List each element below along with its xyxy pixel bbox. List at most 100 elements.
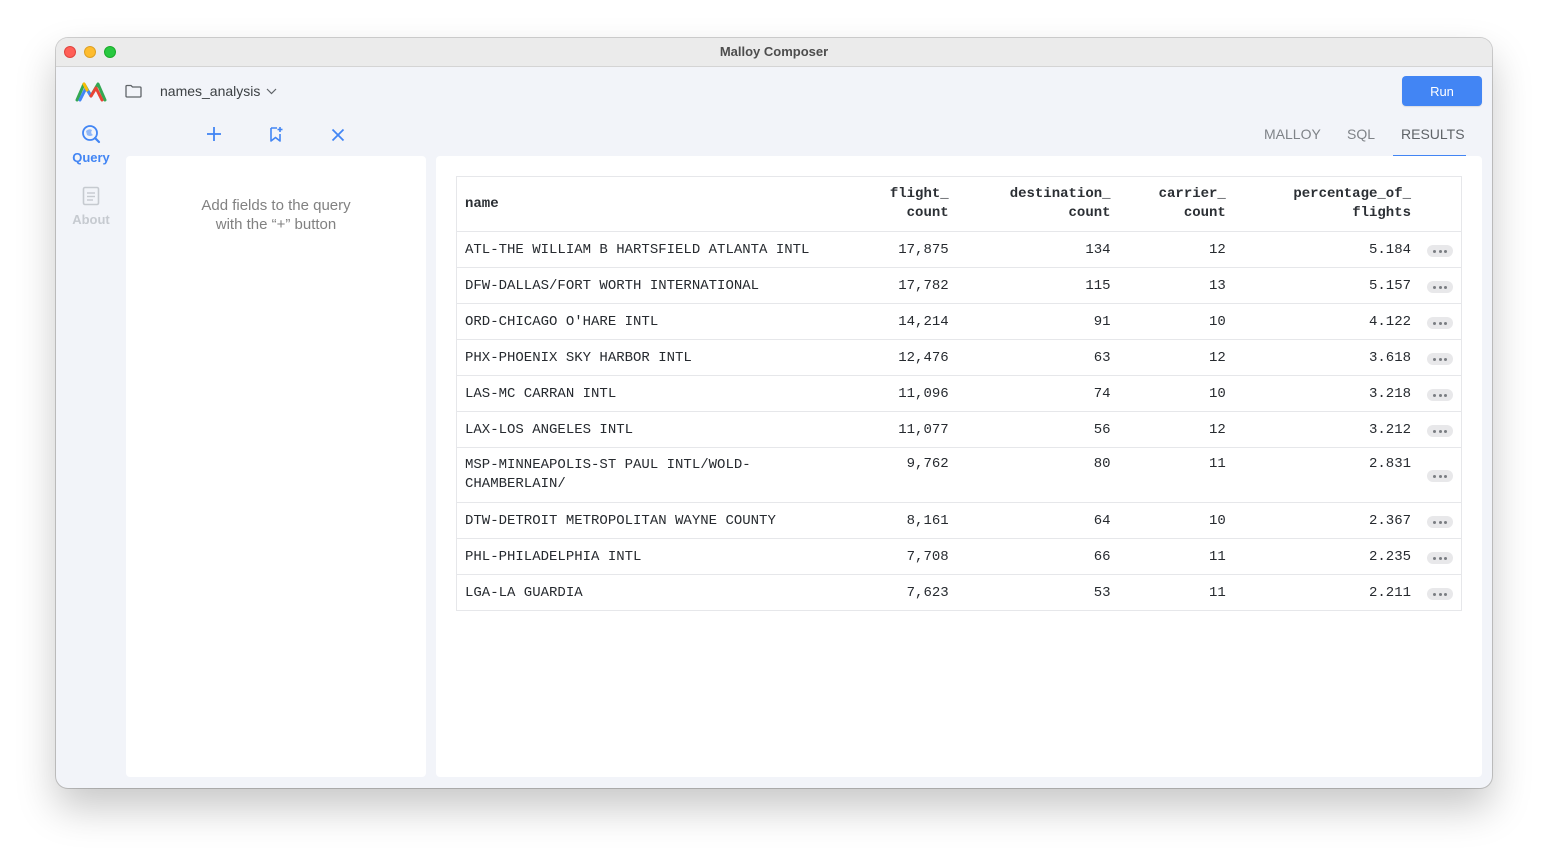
cell-flight-count: 11,077 [853,411,957,448]
folder-icon[interactable] [125,84,142,98]
more-options-icon[interactable] [1427,352,1453,365]
cell-destination-count: 80 [956,447,1119,503]
cell-destination-count: 63 [956,339,1119,376]
cell-destination-count: 91 [956,303,1119,340]
results-table: name flight_ count destination_ count ca… [456,176,1462,611]
column-header-destination-count[interactable]: destination_ count [956,176,1119,232]
more-options-icon[interactable] [1427,388,1453,401]
table-row: PHL-PHILADELPHIA INTL 7,708 66 11 2.235 [456,538,1462,575]
cell-name: LAS-MC CARRAN INTL [456,375,853,412]
cell-destination-count: 53 [956,574,1119,611]
cell-carrier-count: 11 [1118,574,1234,611]
cell-flight-count: 17,782 [853,267,957,304]
chevron-down-icon [266,88,277,94]
table-row: ATL-THE WILLIAM B HARTSFIELD ATLANTA INT… [456,231,1462,268]
tab-malloy[interactable]: MALLOY [1264,126,1321,142]
sidebar-tab-query-label: Query [72,150,110,165]
cell-name: DTW-DETROIT METROPOLITAN WAYNE COUNTY [456,502,853,539]
document-icon [82,186,100,206]
cell-name: PHL-PHILADELPHIA INTL [456,538,853,575]
more-options-icon[interactable] [1427,470,1453,482]
row-actions [1419,411,1462,448]
results-panel: name flight_ count destination_ count ca… [436,156,1482,777]
row-actions [1419,538,1462,575]
more-options-icon[interactable] [1427,551,1453,564]
row-actions [1419,375,1462,412]
cell-percentage-of-flights: 4.122 [1233,303,1419,340]
more-options-icon[interactable] [1427,244,1453,257]
header-line: count [906,205,949,221]
cell-destination-count: 115 [956,267,1119,304]
model-selector[interactable]: names_analysis [160,83,277,99]
cell-carrier-count: 11 [1118,447,1234,503]
column-header-flight-count[interactable]: flight_ count [853,176,957,232]
empty-query-hint: Add fields to the query with the “+” but… [126,196,426,234]
cell-carrier-count: 10 [1118,502,1234,539]
column-header-percentage-of-flights[interactable]: percentage_of_ flights [1233,176,1419,232]
cell-carrier-count: 10 [1118,375,1234,412]
cell-name: LGA-LA GUARDIA [456,574,853,611]
row-actions [1419,574,1462,611]
bookmark-add-icon[interactable] [268,126,284,142]
app-window: Malloy Composer names_analysis Run Query [56,38,1492,788]
column-header-name[interactable]: name [456,176,853,232]
more-options-icon[interactable] [1427,316,1453,329]
header-line: flights [1352,205,1411,221]
table-row: DFW-DALLAS/FORT WORTH INTERNATIONAL 17,7… [456,267,1462,304]
hint-line-2: with the “+” button [215,216,337,233]
column-header-carrier-count[interactable]: carrier_ count [1118,176,1234,232]
cell-name: MSP-MINNEAPOLIS-ST PAUL INTL/WOLD-CHAMBE… [456,447,853,503]
malloy-logo [75,82,107,102]
cell-name: LAX-LOS ANGELES INTL [456,411,853,448]
more-options-icon[interactable] [1427,515,1453,528]
query-icon [82,125,101,144]
more-options-icon[interactable] [1427,587,1453,600]
header-line: flight_ [889,186,949,202]
row-actions [1419,267,1462,304]
cell-destination-count: 134 [956,231,1119,268]
cell-percentage-of-flights: 2.211 [1233,574,1419,611]
table-row: LAS-MC CARRAN INTL 11,096 74 10 3.218 [456,375,1462,412]
sidebar-tab-query[interactable]: Query [56,124,126,165]
header-line: carrier_ [1158,186,1226,202]
window-title: Malloy Composer [719,44,829,59]
table-row: PHX-PHOENIX SKY HARBOR INTL 12,476 63 12… [456,339,1462,376]
model-name-label: names_analysis [160,83,261,99]
cell-flight-count: 8,161 [853,502,957,539]
table-row: LAX-LOS ANGELES INTL 11,077 56 12 3.212 [456,411,1462,448]
cell-flight-count: 7,708 [853,538,957,575]
cell-percentage-of-flights: 5.157 [1233,267,1419,304]
cell-name: DFW-DALLAS/FORT WORTH INTERNATIONAL [456,267,853,304]
cell-flight-count: 12,476 [853,339,957,376]
run-button[interactable]: Run [1402,76,1482,106]
header-line: count [1068,205,1111,221]
cell-flight-count: 14,214 [853,303,957,340]
sidebar-tab-about[interactable]: About [56,186,126,227]
cell-percentage-of-flights: 2.367 [1233,502,1419,539]
close-icon[interactable] [331,128,345,142]
query-panel: Add fields to the query with the “+” but… [126,156,426,777]
table-row: DTW-DETROIT METROPOLITAN WAYNE COUNTY 8,… [456,502,1462,539]
more-options-icon[interactable] [1427,280,1453,293]
cell-flight-count: 11,096 [853,375,957,412]
cell-percentage-of-flights: 5.184 [1233,231,1419,268]
table-header-row: name flight_ count destination_ count ca… [456,176,1462,232]
tab-sql[interactable]: SQL [1347,126,1375,142]
cell-carrier-count: 12 [1118,231,1234,268]
header-line: percentage_of_ [1293,186,1411,202]
cell-percentage-of-flights: 2.235 [1233,538,1419,575]
cell-destination-count: 66 [956,538,1119,575]
cell-name: PHX-PHOENIX SKY HARBOR INTL [456,339,853,376]
row-actions [1419,339,1462,376]
table-row: MSP-MINNEAPOLIS-ST PAUL INTL/WOLD-CHAMBE… [456,447,1462,503]
cell-name: ATL-THE WILLIAM B HARTSFIELD ATLANTA INT… [456,231,853,268]
more-options-icon[interactable] [1427,424,1453,437]
cell-percentage-of-flights: 3.618 [1233,339,1419,376]
cell-percentage-of-flights: 3.212 [1233,411,1419,448]
table-row: ORD-CHICAGO O'HARE INTL 14,214 91 10 4.1… [456,303,1462,340]
tab-results[interactable]: RESULTS [1401,126,1465,142]
hint-line-1: Add fields to the query [201,197,351,214]
plus-icon[interactable] [206,126,222,142]
column-header-actions [1419,176,1462,232]
row-actions [1419,502,1462,539]
